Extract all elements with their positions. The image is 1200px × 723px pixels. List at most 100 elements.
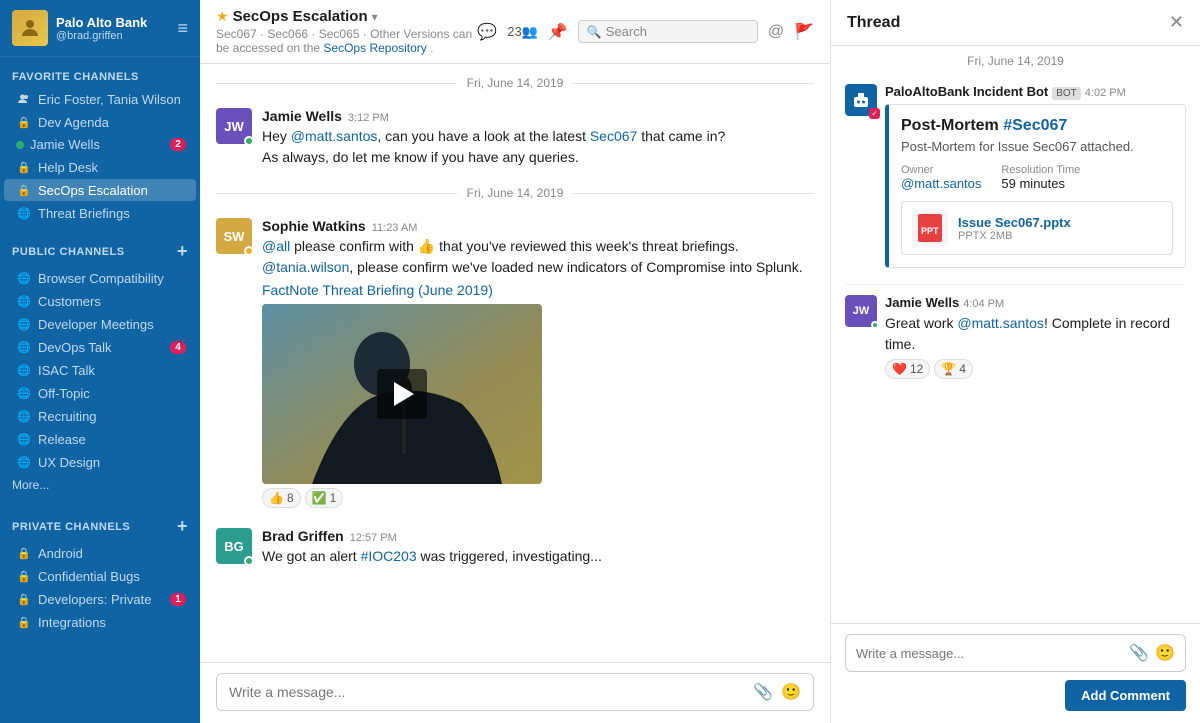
- message-author: Brad Griffen: [262, 528, 344, 544]
- reaction-count: 8: [287, 491, 294, 505]
- status-dot: [244, 246, 254, 256]
- sidebar-item-ux-design[interactable]: 🌐 UX Design: [4, 451, 196, 473]
- channel-header: ★ SecOps Escalation ▾ Sec067 · Sec066 · …: [200, 0, 830, 64]
- message-author: Sophie Watkins: [262, 218, 366, 234]
- thread-emoji-icon[interactable]: 🙂: [1155, 643, 1175, 663]
- sidebar-item-dev-agenda[interactable]: 🔒 Dev Agenda: [4, 111, 196, 133]
- secops-repo-link[interactable]: SecOps Repository: [323, 41, 426, 55]
- postmortem-issue-link[interactable]: #Sec067: [1003, 117, 1067, 134]
- channel-members[interactable]: 23 👥: [507, 24, 538, 40]
- message-row: JW Jamie Wells 3:12 PM Hey @matt.santos,…: [216, 102, 814, 174]
- message-content: Brad Griffen 12:57 PM We got an alert #I…: [262, 528, 814, 567]
- sidebar-item-eric-tania[interactable]: Eric Foster, Tania Wilson: [4, 88, 196, 110]
- sidebar-item-developer-meetings[interactable]: 🌐 Developer Meetings: [4, 313, 196, 335]
- sidebar-item-recruiting[interactable]: 🌐 Recruiting: [4, 405, 196, 427]
- sidebar-item-release[interactable]: 🌐 Release: [4, 428, 196, 450]
- channel-chevron-icon[interactable]: ▾: [372, 10, 378, 24]
- channel-star-icon[interactable]: ★: [216, 8, 229, 25]
- private-channels-section: PRIVATE CHANNELS + 🔒 Android 🔒 Confident…: [0, 502, 200, 636]
- add-comment-button[interactable]: Add Comment: [1065, 680, 1186, 711]
- message-time: 3:12 PM: [348, 112, 389, 124]
- thread-header: Thread ✕: [831, 0, 1200, 46]
- svg-text:PPT: PPT: [921, 226, 939, 236]
- attachment-icon[interactable]: 📎: [753, 682, 773, 702]
- add-private-channel-icon[interactable]: +: [177, 516, 188, 537]
- sidebar-item-label: Help Desk: [38, 160, 186, 175]
- reaction-trophy[interactable]: 🏆 4: [934, 359, 973, 379]
- message-content: Sophie Watkins 11:23 AM @all please conf…: [262, 218, 814, 508]
- members-icon: 👥: [522, 24, 538, 40]
- reaction-heart[interactable]: ❤️ 12: [885, 359, 930, 379]
- add-public-channel-icon[interactable]: +: [177, 241, 188, 262]
- sidebar-item-help-desk[interactable]: 🔒 Help Desk: [4, 156, 196, 178]
- unread-badge: 2: [170, 138, 186, 151]
- issue-link[interactable]: Sec067: [590, 128, 637, 144]
- sidebar-item-off-topic[interactable]: 🌐 Off-Topic: [4, 382, 196, 404]
- thread-input-box: 📎 🙂: [845, 634, 1186, 672]
- sidebar-item-developers-private[interactable]: 🔒 Developers: Private 1: [4, 588, 196, 610]
- channel-header-actions: 💬 23 👥 📌 🔍 Search @ 🚩: [477, 20, 814, 43]
- sidebar-item-secops-escalation[interactable]: 🔒 SecOps Escalation: [4, 179, 196, 201]
- avatar-initials: [12, 10, 48, 46]
- factbook-link[interactable]: FactNote Threat Briefing (June 2019): [262, 282, 814, 298]
- sidebar-item-confidential-bugs[interactable]: 🔒 Confidential Bugs: [4, 565, 196, 587]
- file-info: Issue Sec067.pptx PPTX 2MB: [958, 215, 1071, 242]
- sidebar-item-android[interactable]: 🔒 Android: [4, 542, 196, 564]
- public-section-header[interactable]: PUBLIC CHANNELS +: [0, 237, 200, 266]
- globe-icon: 🌐: [16, 385, 32, 401]
- file-name: Issue Sec067.pptx: [958, 215, 1071, 230]
- favorite-section-label: FAVORITE CHANNELS: [12, 71, 139, 83]
- postmortem-owner: Owner @matt.santos: [901, 164, 981, 191]
- dm-icon: [16, 91, 32, 107]
- speech-bubble-icon[interactable]: 💬: [477, 22, 497, 42]
- avatar: SW: [216, 218, 252, 254]
- globe-icon: 🌐: [16, 270, 32, 286]
- pin-icon[interactable]: 📌: [548, 22, 568, 42]
- thread-attachment-icon[interactable]: 📎: [1129, 643, 1149, 663]
- sidebar-item-jamie-wells[interactable]: Jamie Wells 2: [4, 134, 196, 155]
- current-user: @brad.griffen: [56, 30, 177, 42]
- reaction-emoji: 🏆: [941, 362, 956, 376]
- date-text-2: Fri, June 14, 2019: [457, 186, 574, 200]
- at-icon[interactable]: @: [768, 23, 784, 41]
- ioc-link[interactable]: #IOC203: [361, 548, 417, 564]
- bookmark-icon[interactable]: 🚩: [794, 22, 814, 42]
- sidebar-item-browser-compat[interactable]: 🌐 Browser Compatibility: [4, 267, 196, 289]
- reaction-checkmark[interactable]: ✅ 1: [305, 488, 344, 508]
- more-channels-link[interactable]: More...: [0, 474, 200, 500]
- workspace-header[interactable]: Palo Alto Bank @brad.griffen ≡: [0, 0, 200, 57]
- user-avatar: JW: [845, 295, 877, 327]
- sidebar-item-label: DevOps Talk: [38, 340, 170, 355]
- message-input[interactable]: [229, 684, 745, 700]
- sidebar-item-devops-talk[interactable]: 🌐 DevOps Talk 4: [4, 336, 196, 358]
- reaction-emoji: 👍: [269, 491, 284, 505]
- mention-link[interactable]: @matt.santos: [291, 128, 378, 144]
- sidebar-item-label: Off-Topic: [38, 386, 186, 401]
- video-thumbnail[interactable]: [262, 304, 542, 484]
- search-icon: 🔍: [587, 25, 602, 39]
- public-section-label: PUBLIC CHANNELS: [12, 246, 125, 258]
- thread-msg-author: PaloAltoBank Incident Bot: [885, 84, 1048, 99]
- thread-msg-time: 4:04 PM: [963, 298, 1004, 310]
- emoji-icon[interactable]: 🙂: [781, 682, 801, 702]
- thread-message-input[interactable]: [856, 646, 1123, 661]
- sidebar-item-integrations[interactable]: 🔒 Integrations: [4, 611, 196, 633]
- sidebar-item-label: Jamie Wells: [30, 137, 170, 152]
- thread-close-button[interactable]: ✕: [1169, 12, 1184, 33]
- sidebar-item-isac-talk[interactable]: 🌐 ISAC Talk: [4, 359, 196, 381]
- sidebar-item-threat-briefings[interactable]: 🌐 Threat Briefings: [4, 202, 196, 224]
- play-button[interactable]: [377, 369, 427, 419]
- sidebar-menu-icon[interactable]: ≡: [177, 18, 188, 39]
- mention-all[interactable]: @all: [262, 238, 290, 254]
- mention-tania[interactable]: @tania.wilson: [262, 259, 349, 275]
- sidebar-item-customers[interactable]: 🌐 Customers: [4, 290, 196, 312]
- mention-link[interactable]: @matt.santos: [957, 315, 1044, 331]
- file-attachment[interactable]: PPT Issue Sec067.pptx PPTX 2MB: [901, 201, 1173, 255]
- sidebar-item-label: Threat Briefings: [38, 206, 186, 221]
- search-bar[interactable]: 🔍 Search: [578, 20, 758, 43]
- sidebar: Palo Alto Bank @brad.griffen ≡ FAVORITE …: [0, 0, 200, 723]
- sidebar-item-label: Eric Foster, Tania Wilson: [38, 92, 186, 107]
- reaction-thumbs-up[interactable]: 👍 8: [262, 488, 301, 508]
- private-section-header[interactable]: PRIVATE CHANNELS +: [0, 512, 200, 541]
- public-channels-section: PUBLIC CHANNELS + 🌐 Browser Compatibilit…: [0, 227, 200, 502]
